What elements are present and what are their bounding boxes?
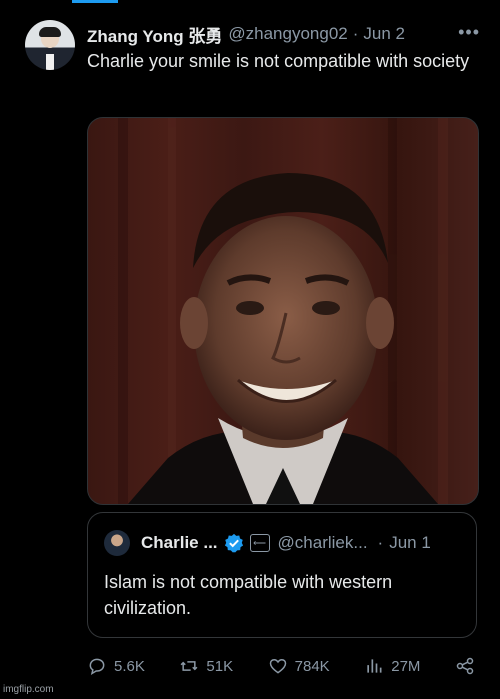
- views-count: 27M: [391, 657, 421, 675]
- tweet-photo[interactable]: [87, 117, 479, 505]
- tweet-date[interactable]: Jun 2: [363, 24, 405, 44]
- photo-portrait: [118, 118, 448, 504]
- share-button[interactable]: [455, 656, 482, 676]
- tweet-header: Zhang Yong 张勇 @zhangyong02 · Jun 2 •••: [87, 22, 480, 46]
- like-button[interactable]: 784K: [268, 656, 330, 676]
- retweet-button[interactable]: 51K: [179, 656, 233, 676]
- quoted-tweet[interactable]: Charlie ... ⟵ @charliek... · Jun 1 Islam…: [87, 512, 477, 638]
- quoted-author-name[interactable]: Charlie ...: [141, 533, 218, 553]
- affiliate-logo-icon: ⟵: [249, 534, 270, 552]
- top-accent-bar: [72, 0, 118, 3]
- like-count: 784K: [294, 657, 330, 675]
- retweet-icon: [180, 661, 198, 671]
- avatar-shirt: [46, 54, 54, 70]
- quoted-tweet-text: Islam is not compatible with western civ…: [104, 572, 393, 618]
- more-dots-icon[interactable]: •••: [458, 22, 480, 43]
- imgflip-watermark: imgflip.com: [3, 684, 54, 695]
- author-name[interactable]: Zhang Yong 张勇: [87, 22, 222, 47]
- separator-dot: ·: [352, 24, 359, 43]
- views-chart-icon: [367, 659, 382, 673]
- separator-dot: ·: [377, 533, 384, 552]
- avatar-hair: [39, 27, 61, 37]
- quoted-tweet-date[interactable]: Jun 1: [389, 533, 431, 553]
- quoted-author-handle[interactable]: @charliek...: [278, 533, 368, 553]
- views-button[interactable]: 27M: [364, 656, 420, 676]
- reply-icon: [89, 658, 105, 676]
- verified-badge-icon: [224, 533, 243, 553]
- heart-icon: [269, 658, 286, 674]
- tweet-actions-bar: 5.6K 51K 784K 27M: [87, 655, 482, 677]
- quoted-tweet-header: Charlie ... ⟵ @charliek... · Jun 1: [141, 531, 462, 555]
- retweet-count: 51K: [206, 657, 234, 675]
- author-avatar[interactable]: [25, 20, 75, 70]
- quoted-author-avatar[interactable]: [104, 530, 130, 556]
- author-handle[interactable]: @zhangyong02: [228, 24, 347, 44]
- reply-button[interactable]: 5.6K: [87, 656, 145, 676]
- tweet-text: Charlie your smile is not compatible wit…: [87, 51, 470, 71]
- share-icon: [456, 657, 474, 675]
- reply-count: 5.6K: [114, 657, 145, 675]
